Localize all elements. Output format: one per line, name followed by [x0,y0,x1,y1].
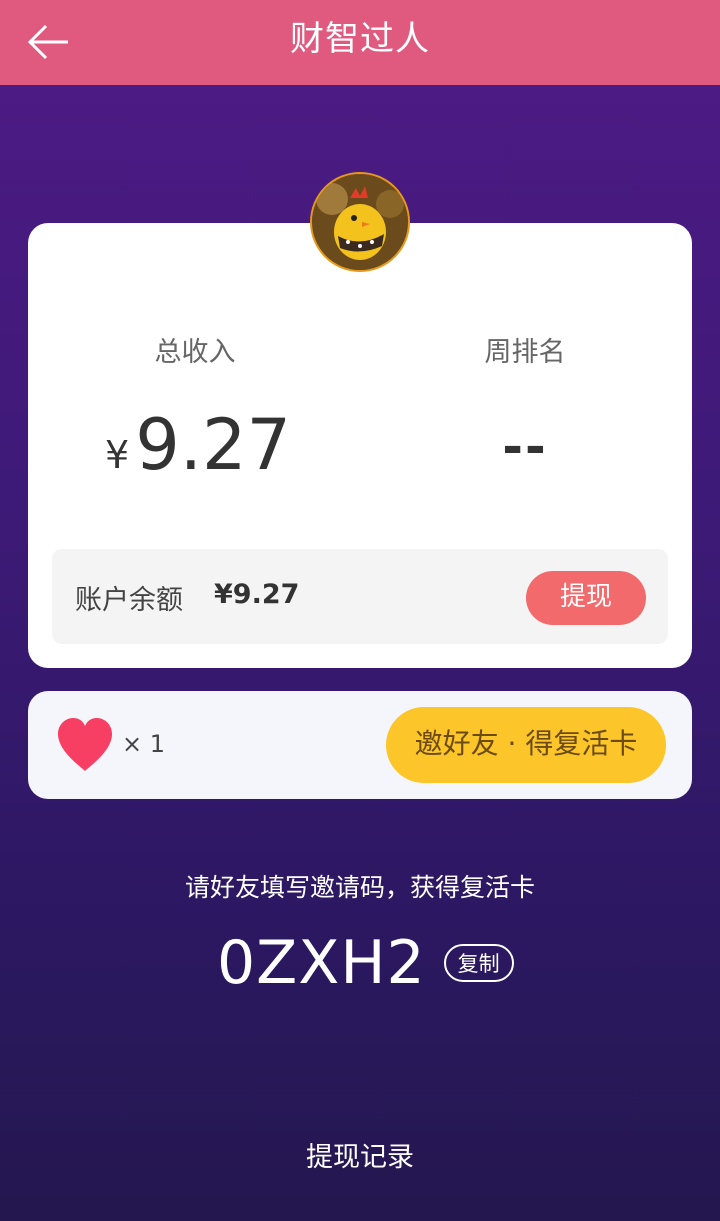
top-bar: 财智过人 [0,0,720,85]
invite-tip: 请好友填写邀请码，获得复活卡 [184,873,535,902]
withdraw-button[interactable]: 提现 [526,571,646,625]
withdraw-history-link[interactable]: 提现记录 [0,1135,720,1174]
currency-symbol: ¥ [105,433,130,477]
invite-code-row: 0ZXH2 复制 [217,926,514,1000]
chick-avatar-icon [312,174,408,270]
weekly-rank-label: 周排名 [484,337,566,368]
balance-value: ¥9.27 [214,579,300,610]
total-income-label: 总收入 [154,337,236,368]
balance-label: 账户余额 [75,585,183,616]
heart-icon [58,718,112,771]
revive-card-count: × 1 [122,730,166,758]
total-income-value: ¥ 9.27 [105,405,291,485]
page-title: 财智过人 [290,19,430,59]
invite-code: 0ZXH2 [217,928,426,998]
copy-button[interactable]: 复制 [443,944,514,982]
invite-friends-button[interactable]: 邀好友 · 得复活卡 [386,707,666,783]
avatar[interactable] [312,174,408,270]
weekly-rank-value: -- [502,418,548,476]
income-amount: 9.27 [135,404,292,486]
